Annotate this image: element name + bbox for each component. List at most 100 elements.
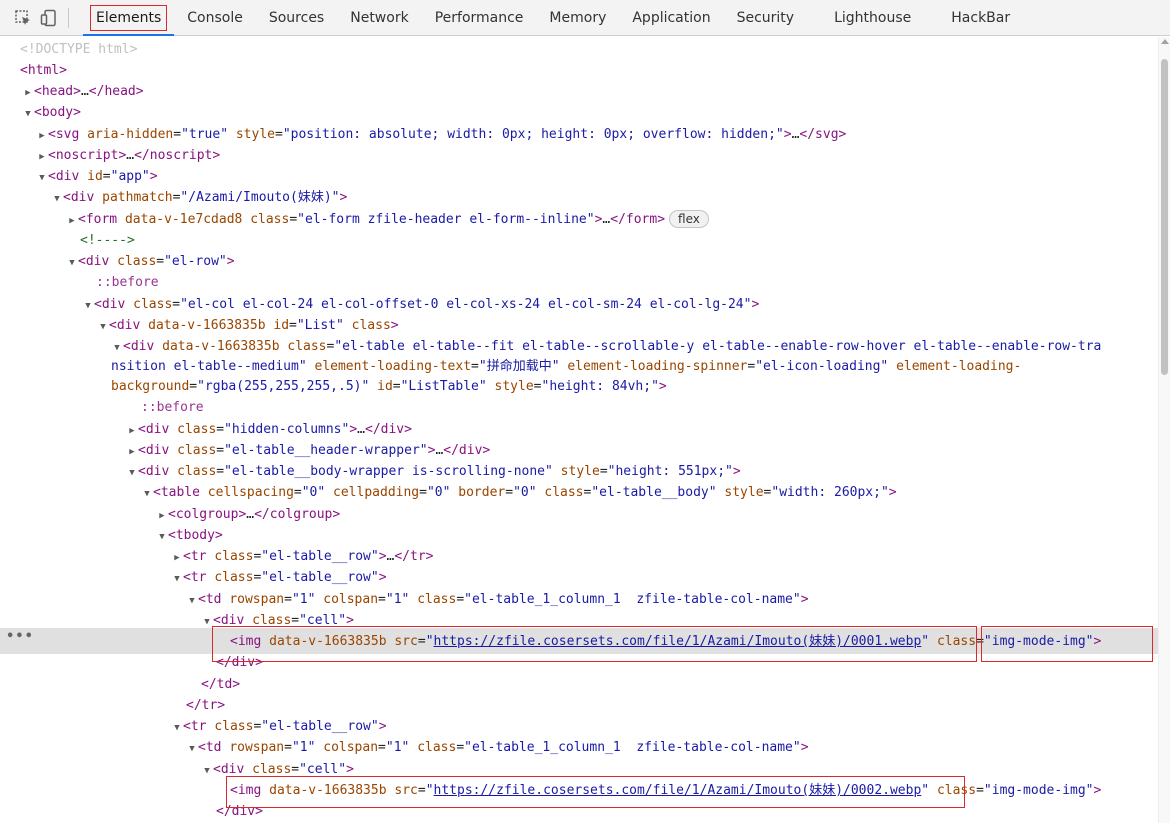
tree-node-body[interactable]: ▼ <body>	[0, 103, 81, 123]
tag-end: >	[1093, 783, 1102, 798]
flex-badge[interactable]: flex	[669, 210, 709, 228]
tab-elements[interactable]: Elements	[83, 0, 175, 36]
tree-node-doctype[interactable]: <!DOCTYPE html>	[0, 40, 137, 60]
tree-node-colgroup[interactable]: ▶ <colgroup>…</colgroup>	[0, 505, 340, 525]
collapse-arrow-icon[interactable]: ▼	[126, 463, 138, 483]
tab-hackbar[interactable]: HackBar	[938, 0, 1023, 35]
collapse-arrow-icon[interactable]: ▼	[66, 253, 78, 273]
tree-node-before-pseudo[interactable]: ::before	[0, 398, 204, 418]
collapsed-ellipsis: …	[126, 148, 135, 163]
tree-node-div-header-wrapper[interactable]: ▶ <div class="el-table__header-wrapper">……	[0, 441, 490, 461]
collapse-arrow-icon[interactable]: ▼	[171, 569, 183, 589]
attr-name: data-v-1663835b	[162, 339, 280, 354]
tree-node-div-el-table[interactable]: ▼ <div data-v-1663835b class="el-table el…	[0, 337, 1101, 357]
collapse-arrow-icon[interactable]: ▼	[22, 104, 34, 124]
tree-node-td-2[interactable]: ▼ <td rowspan="1" colspan="1" class="el-t…	[0, 738, 808, 759]
expand-arrow-icon[interactable]: ▶	[36, 147, 48, 167]
collapse-arrow-icon[interactable]: ▼	[156, 527, 168, 547]
tree-node-div-app[interactable]: ▼ <div id="app">	[0, 167, 157, 188]
tag-end: >	[390, 318, 399, 333]
tree-node-div-pathmatch[interactable]: ▼ <div pathmatch="/Azami/Imouto(妹妹)">	[0, 188, 347, 208]
collapse-arrow-icon[interactable]: ▼	[171, 718, 183, 738]
vertical-scrollbar[interactable]	[1158, 37, 1170, 823]
tree-node-before-pseudo[interactable]: ::before	[0, 273, 159, 293]
attr-value: "el-icon-loading"	[755, 359, 889, 374]
tab-performance[interactable]: Performance	[422, 0, 537, 35]
collapse-arrow-icon[interactable]: ▼	[111, 338, 123, 358]
collapse-arrow-icon[interactable]: ▼	[201, 761, 213, 781]
tab-sources[interactable]: Sources	[256, 0, 337, 35]
collapse-arrow-icon[interactable]: ▼	[186, 591, 198, 611]
scrollbar-thumb[interactable]	[1161, 59, 1168, 375]
close-tag: </tr>	[186, 698, 226, 713]
tree-node-noscript[interactable]: ▶ <noscript>…</noscript>	[0, 146, 220, 166]
tree-node-tr-close[interactable]: </tr>	[0, 696, 225, 716]
attr-value: "el-table_1_column_1 zfile-table-col-nam…	[464, 740, 801, 755]
tree-node-div-el-row[interactable]: ▼ <div class="el-row">	[0, 252, 235, 273]
tab-security[interactable]: Security	[724, 0, 822, 35]
colgroup-close-tag: </colgroup>	[254, 507, 341, 522]
collapse-arrow-icon[interactable]: ▼	[36, 168, 48, 188]
tab-lighthouse[interactable]: Lighthouse	[821, 0, 938, 35]
expand-arrow-icon[interactable]: ▶	[156, 506, 168, 526]
collapse-arrow-icon[interactable]: ▼	[141, 484, 153, 504]
attr-name: class	[544, 485, 584, 500]
tree-node-tbody[interactable]: ▼ <tbody>	[0, 526, 223, 546]
tag-end: >	[783, 127, 792, 142]
tab-console[interactable]: Console	[174, 0, 256, 35]
expand-arrow-icon[interactable]: ▶	[36, 126, 48, 146]
expand-arrow-icon[interactable]: ▶	[22, 83, 34, 103]
tag-name: <div	[138, 422, 170, 437]
tab-network[interactable]: Network	[337, 0, 421, 35]
tree-node-head[interactable]: ▶ <head>…</head>	[0, 82, 143, 103]
tree-node-svg[interactable]: ▶ <svg aria-hidden="true" style="position…	[0, 125, 846, 145]
attr-value: "0"	[426, 485, 451, 500]
tree-node-html[interactable]: <html>	[0, 61, 67, 81]
tree-node-div-body-wrapper[interactable]: ▼ <div class="el-table__body-wrapper is-s…	[0, 462, 740, 483]
tag-end: >	[226, 254, 235, 269]
tree-node-td-close[interactable]: </td>	[0, 675, 240, 695]
tree-node-td[interactable]: ▼ <td rowspan="1" colspan="1" class="el-t…	[0, 590, 808, 611]
collapse-arrow-icon[interactable]: ▼	[51, 189, 63, 209]
attr-name: element-loading-	[896, 359, 1022, 374]
tree-node-div-el-col[interactable]: ▼ <div class="el-col el-col-24 el-col-off…	[0, 295, 759, 315]
tree-node-div-close-2[interactable]: </div>	[0, 802, 263, 822]
attr-value: "true"	[181, 127, 229, 142]
collapse-arrow-icon[interactable]: ▼	[97, 317, 109, 337]
scroll-up-arrow-icon[interactable]	[1161, 39, 1169, 44]
close-tag: </tr>	[394, 549, 434, 564]
tree-node-div-hidden-columns[interactable]: ▶ <div class="hidden-columns">…</div>	[0, 420, 412, 440]
tag-name: <td	[198, 740, 222, 755]
tree-node-form[interactable]: ▶ <form data-v-1e7cdad8 class="el-form zf…	[0, 210, 709, 230]
attr-name: aria-hidden	[87, 127, 174, 142]
tag-name: <table	[153, 485, 200, 500]
attr-name: background	[111, 379, 190, 394]
tree-node-tr-collapsed[interactable]: ▶ <tr class="el-table__row">…</tr>	[0, 547, 433, 567]
tree-node-comment[interactable]: <!---->	[0, 231, 135, 251]
tree-node-div-list[interactable]: ▼ <div data-v-1663835b id="List" class>	[0, 316, 399, 337]
expand-arrow-icon[interactable]: ▶	[171, 548, 183, 568]
tag-end: >	[658, 379, 667, 394]
device-toolbar-icon[interactable]	[36, 5, 62, 31]
collapse-arrow-icon[interactable]: ▼	[186, 739, 198, 759]
tree-node-table[interactable]: ▼ <table cellspacing="0" cellpadding="0" …	[0, 483, 896, 504]
expand-arrow-icon[interactable]: ▶	[126, 421, 138, 441]
attr-value: "hidden-columns"	[224, 422, 350, 437]
attr-name: element-loading-text	[314, 359, 472, 374]
tag-name: <div	[138, 443, 170, 458]
inspect-element-icon[interactable]	[10, 5, 36, 31]
tab-application[interactable]: Application	[619, 0, 723, 35]
tree-node-tr-2[interactable]: ▼ <tr class="el-table__row">	[0, 717, 386, 738]
attr-value: "cell"	[299, 762, 347, 777]
expand-arrow-icon[interactable]: ▶	[66, 211, 78, 231]
attr-value: "el-table__header-wrapper"	[224, 443, 428, 458]
attr-value: "ListTable"	[400, 379, 487, 394]
tree-node-tr[interactable]: ▼ <tr class="el-table__row">	[0, 568, 386, 589]
collapse-arrow-icon[interactable]: ▼	[82, 296, 94, 316]
tag-name: <svg	[48, 127, 80, 142]
expand-arrow-icon[interactable]: ▶	[126, 442, 138, 462]
attr-name: class	[214, 549, 254, 564]
tab-memory[interactable]: Memory	[536, 0, 619, 35]
attr-value: "1"	[385, 740, 410, 755]
attr-name: class	[214, 570, 254, 585]
